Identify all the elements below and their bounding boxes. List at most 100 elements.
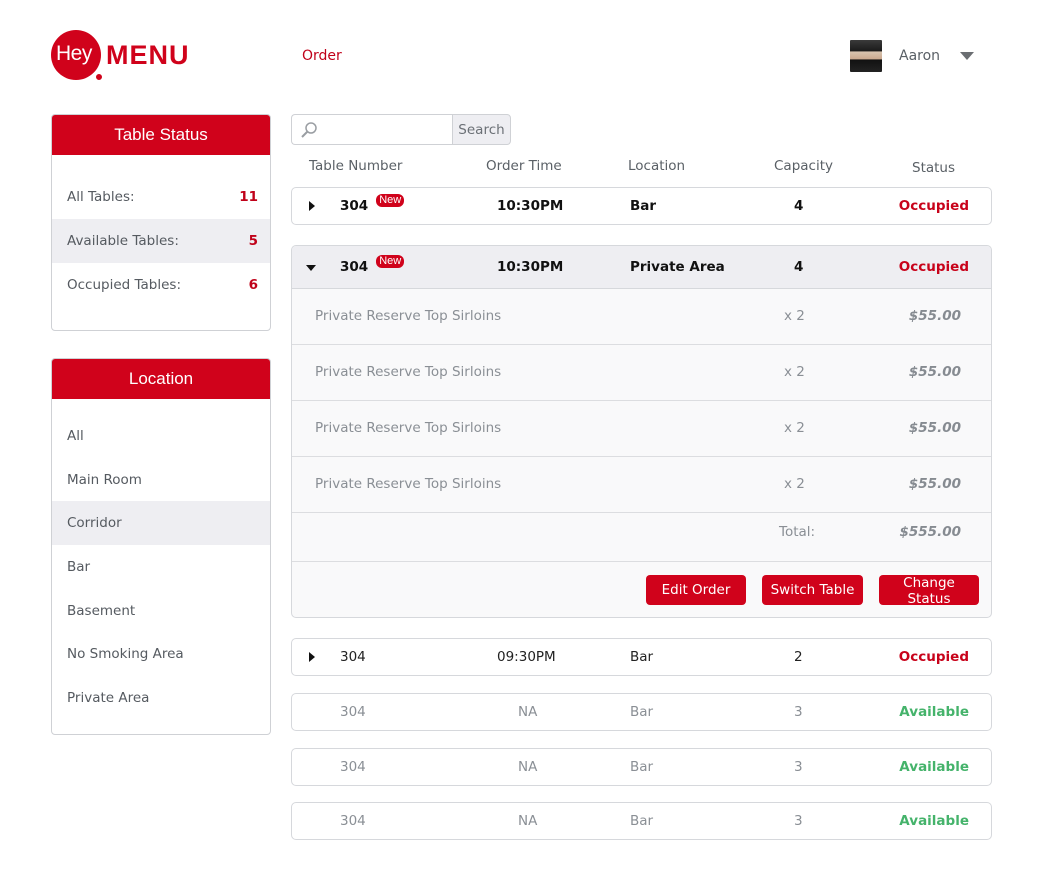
- order-total: Total: $555.00: [292, 513, 991, 562]
- table-location: Private Area: [630, 259, 725, 275]
- chevron-down-icon[interactable]: [960, 52, 975, 60]
- status-label: All Tables:: [67, 189, 135, 205]
- logo-dot: [95, 73, 103, 81]
- caret-right-icon[interactable]: [309, 201, 315, 211]
- location-item-main-room[interactable]: Main Room: [52, 458, 270, 502]
- order-time: NA: [518, 759, 538, 775]
- search-bar: Search: [291, 114, 511, 145]
- order-item: Private Reserve Top Sirloins x 2 $55.00: [292, 289, 991, 345]
- location-title: Location: [52, 359, 270, 399]
- order-actions: Edit Order Switch Table Change Status: [292, 562, 991, 617]
- item-price: $55.00: [908, 476, 961, 492]
- location-item-all[interactable]: All: [52, 414, 270, 458]
- location-item-no-smoking-area[interactable]: No Smoking Area: [52, 632, 270, 676]
- table-row[interactable]: 304 New 10:30PM Bar 4 Occupied: [291, 187, 992, 225]
- search-icon: [301, 122, 317, 138]
- table-row[interactable]: 304 NA Bar 3 Available: [291, 693, 992, 731]
- item-price: $55.00: [908, 364, 961, 380]
- item-price: $55.00: [908, 420, 961, 436]
- table-location: Bar: [630, 649, 654, 665]
- table-capacity: 4: [794, 259, 804, 275]
- location-item-private-area[interactable]: Private Area: [52, 676, 270, 720]
- item-name: Private Reserve Top Sirloins: [315, 420, 502, 436]
- table-location: Bar: [630, 198, 657, 214]
- location-item-basement[interactable]: Basement: [52, 589, 270, 633]
- new-badge: New: [376, 255, 405, 268]
- order-time: NA: [518, 704, 538, 720]
- table-number: 304: [340, 813, 366, 829]
- nav-order-link[interactable]: Order: [302, 48, 342, 64]
- table-capacity: 3: [794, 704, 803, 720]
- status-label: Occupied Tables:: [67, 277, 182, 293]
- logo-hey-text: Hey: [56, 42, 92, 65]
- total-label: Total:: [779, 524, 816, 540]
- status-label: Available Tables:: [67, 233, 179, 249]
- order-item: Private Reserve Top Sirloins x 2 $55.00: [292, 457, 991, 513]
- column-location[interactable]: Location: [628, 158, 685, 174]
- item-qty: x 2: [784, 308, 805, 324]
- status-badge: Available: [899, 759, 969, 775]
- status-badge: Occupied: [898, 259, 969, 275]
- table-location: Bar: [630, 759, 654, 775]
- table-status-title: Table Status: [52, 115, 270, 155]
- table-row-expanded[interactable]: 304 New 10:30PM Private Area 4 Occupied P…: [291, 245, 992, 618]
- location-panel: Location All Main Room Corridor Bar Base…: [51, 358, 271, 735]
- order-item: Private Reserve Top Sirloins x 2 $55.00: [292, 345, 991, 401]
- table-capacity: 3: [794, 759, 803, 775]
- item-name: Private Reserve Top Sirloins: [315, 308, 502, 324]
- caret-right-icon[interactable]: [309, 652, 315, 662]
- user-menu[interactable]: Aaron: [850, 40, 975, 72]
- table-row[interactable]: 304 09:30PM Bar 2 Occupied: [291, 638, 992, 676]
- table-location: Bar: [630, 813, 654, 829]
- switch-table-button[interactable]: Switch Table: [762, 575, 863, 605]
- table-capacity: 3: [794, 813, 803, 829]
- item-qty: x 2: [784, 364, 805, 380]
- table-number: 304: [340, 759, 366, 775]
- status-badge: Occupied: [898, 198, 969, 214]
- status-value: 11: [239, 189, 258, 205]
- table-number: 304: [340, 198, 369, 214]
- table-row[interactable]: 304 NA Bar 3 Available: [291, 748, 992, 786]
- location-item-corridor[interactable]: Corridor: [52, 501, 270, 546]
- status-available-tables[interactable]: Available Tables: 5: [52, 219, 270, 263]
- table-number: 304: [340, 704, 366, 720]
- status-occupied-tables[interactable]: Occupied Tables: 6: [52, 263, 270, 307]
- table-header: Table Number Order Time Location Capacit…: [291, 158, 991, 178]
- avatar: [850, 40, 882, 72]
- order-time: 10:30PM: [497, 198, 564, 214]
- table-row[interactable]: 304 NA Bar 3 Available: [291, 802, 992, 840]
- status-value: 6: [248, 277, 258, 293]
- status-value: 5: [248, 233, 258, 249]
- table-capacity: 4: [794, 198, 804, 214]
- order-time: 09:30PM: [497, 649, 556, 665]
- item-name: Private Reserve Top Sirloins: [315, 476, 502, 492]
- logo[interactable]: Hey MENU: [51, 30, 196, 82]
- status-badge: Occupied: [898, 649, 969, 665]
- order-time: 10:30PM: [497, 259, 564, 275]
- column-capacity[interactable]: Capacity: [774, 158, 833, 174]
- logo-menu-text: MENU: [106, 40, 190, 70]
- item-qty: x 2: [784, 476, 805, 492]
- search-button[interactable]: Search: [452, 114, 511, 145]
- column-order-time[interactable]: Order Time: [486, 158, 562, 174]
- edit-order-button[interactable]: Edit Order: [646, 575, 746, 605]
- status-badge: Available: [899, 813, 969, 829]
- change-status-button[interactable]: Change Status: [879, 575, 979, 607]
- table-capacity: 2: [794, 649, 803, 665]
- caret-down-icon[interactable]: [306, 265, 316, 271]
- total-value: $555.00: [899, 524, 962, 540]
- item-qty: x 2: [784, 420, 805, 436]
- order-time: NA: [518, 813, 538, 829]
- status-all-tables[interactable]: All Tables: 11: [52, 175, 270, 219]
- order-item: Private Reserve Top Sirloins x 2 $55.00: [292, 401, 991, 457]
- table-number: 304: [340, 259, 369, 275]
- table-location: Bar: [630, 704, 654, 720]
- table-number: 304: [340, 649, 366, 665]
- status-badge: Available: [899, 704, 969, 720]
- column-table-number[interactable]: Table Number: [309, 158, 402, 174]
- column-status[interactable]: Status: [912, 160, 955, 176]
- location-item-bar[interactable]: Bar: [52, 545, 270, 589]
- new-badge: New: [376, 194, 405, 207]
- table-status-panel: Table Status All Tables: 11 Available Ta…: [51, 114, 271, 331]
- user-name: Aaron: [899, 48, 941, 64]
